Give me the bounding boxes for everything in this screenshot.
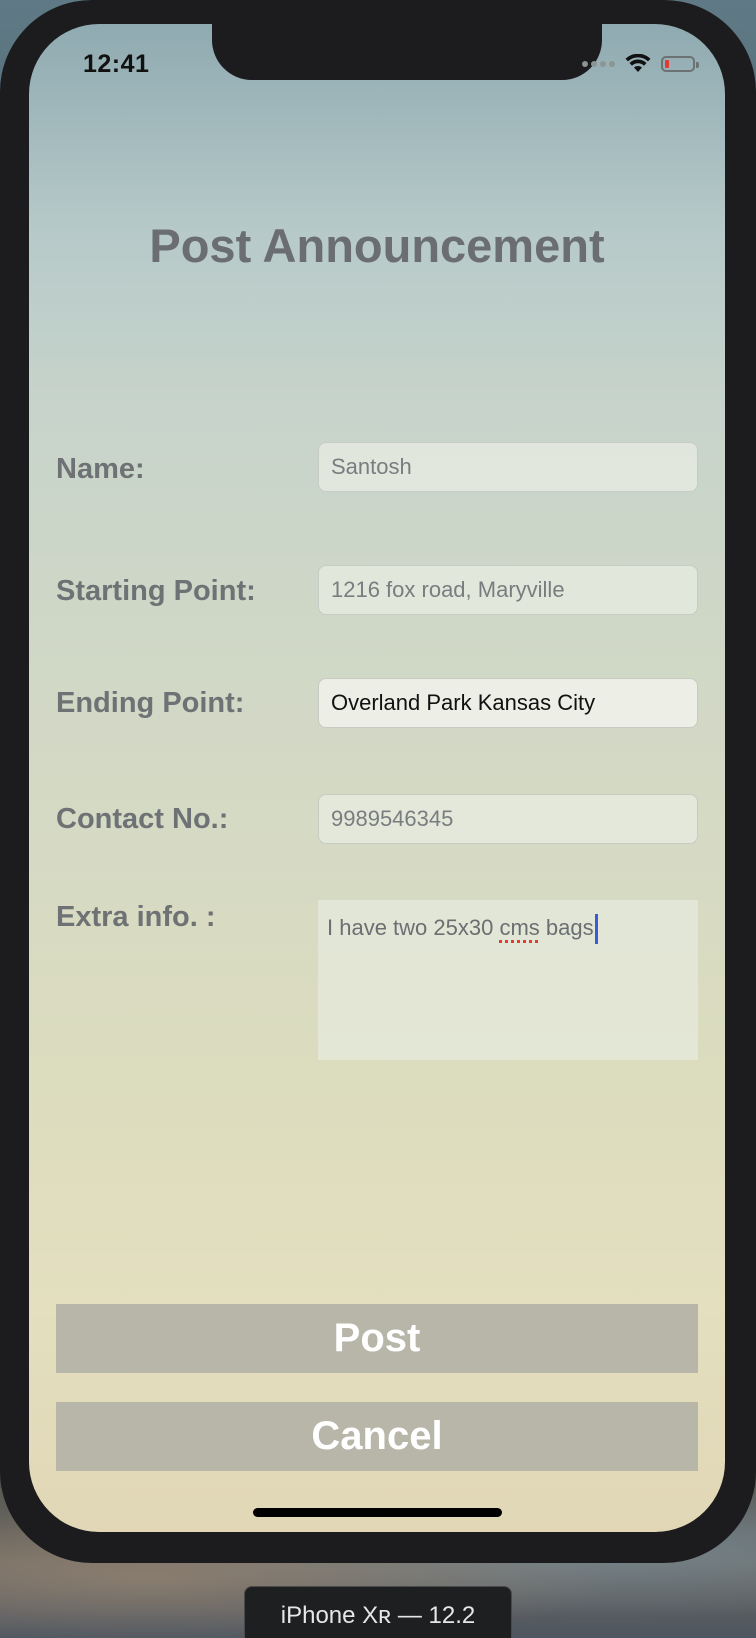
text-caret [594, 914, 598, 944]
status-indicators [582, 54, 699, 74]
simulator-device-label: iPhone Xʀ — 12.2 [244, 1586, 512, 1638]
name-field[interactable]: Santosh [318, 442, 698, 492]
battery-icon [661, 56, 699, 72]
extra-info-text: I have two 25x30 [327, 914, 500, 940]
app-screen: 12:41 Post Announcement Name: Santosh St… [29, 24, 725, 1532]
wifi-icon [625, 54, 651, 72]
misspelled-word: cms [499, 914, 540, 940]
status-time: 12:41 [83, 50, 150, 78]
extra-info-text-end: bags [539, 914, 594, 940]
starting-point-label: Starting Point: [56, 575, 256, 607]
battery-level [665, 60, 669, 68]
post-button[interactable]: Post [56, 1304, 698, 1373]
contact-label: Contact No.: [56, 803, 229, 835]
ending-point-label: Ending Point: [56, 687, 245, 719]
extra-info-label: Extra info. : [56, 901, 216, 933]
page-title: Post Announcement [149, 219, 605, 272]
contact-field[interactable]: 9989546345 [318, 794, 698, 844]
extra-info-textarea[interactable]: I have two 25x30 cms bags [318, 900, 698, 1060]
cellular-signal-icon [582, 61, 615, 67]
ending-point-field[interactable]: Overland Park Kansas City [318, 678, 698, 728]
device-frame: 12:41 Post Announcement Name: Santosh St… [0, 0, 756, 1563]
name-label: Name: [56, 453, 145, 485]
home-indicator[interactable] [253, 1508, 502, 1517]
starting-point-field[interactable]: 1216 fox road, Maryville [318, 565, 698, 615]
cancel-button[interactable]: Cancel [56, 1402, 698, 1471]
device-notch [212, 24, 602, 80]
